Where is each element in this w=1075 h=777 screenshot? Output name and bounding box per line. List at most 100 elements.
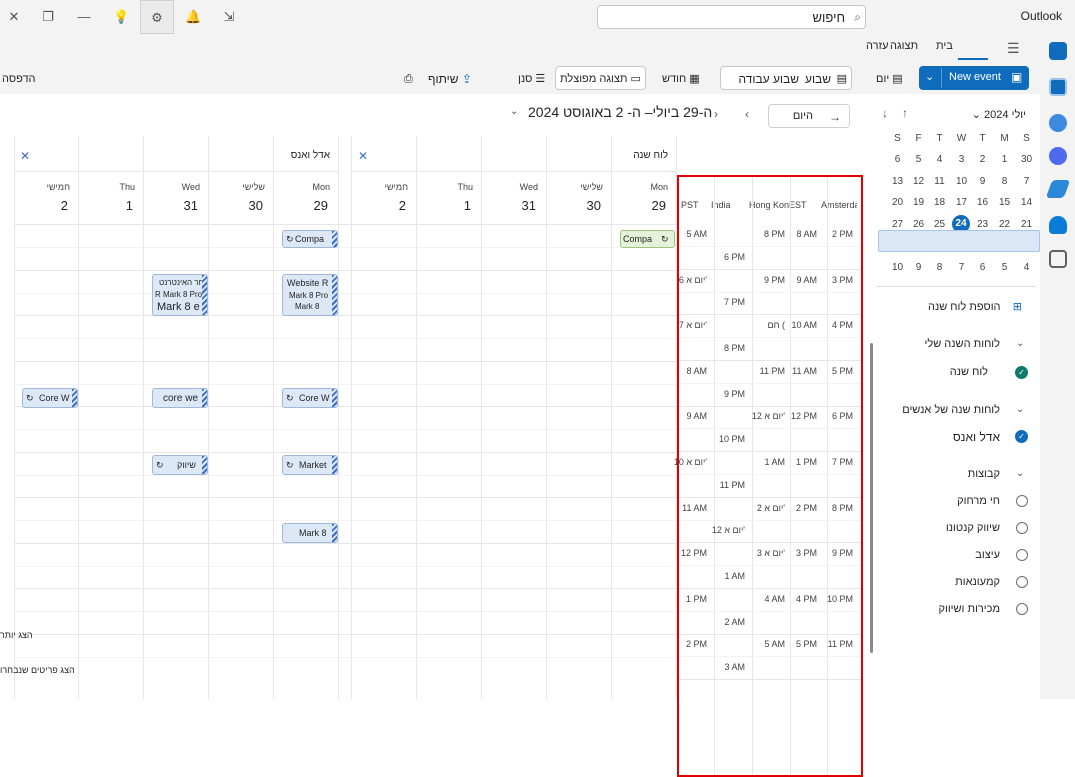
hamburger-icon[interactable]: ☰ xyxy=(1007,40,1020,57)
mini-calendar-month[interactable]: ⌄ יולי 2024 xyxy=(972,108,1026,121)
mini-calendar-day[interactable]: 15 xyxy=(994,192,1015,213)
day-number[interactable]: 29 xyxy=(314,198,328,213)
mini-calendar-day[interactable]: 7 xyxy=(951,257,972,278)
filter-button[interactable]: ☰ סנן xyxy=(518,68,545,90)
mini-calendar-day[interactable]: 11 xyxy=(929,171,950,192)
mini-calendar-day[interactable]: 6 xyxy=(887,149,908,170)
close-icon[interactable]: ✕ xyxy=(358,149,368,163)
event-core[interactable]: Core W ↻ xyxy=(282,388,338,408)
check-icon[interactable]: ✓ xyxy=(1015,430,1028,443)
mini-calendar-day[interactable]: 17 xyxy=(951,192,972,213)
event-core[interactable]: Core W ↻ xyxy=(22,388,78,408)
settings-icon[interactable]: ⚙ xyxy=(140,0,174,34)
new-event-dropdown-icon[interactable]: ⌄ xyxy=(925,70,934,83)
mini-calendar-day[interactable]: 5 xyxy=(994,257,1015,278)
todo-icon[interactable] xyxy=(1045,180,1071,198)
today-button[interactable]: → היום xyxy=(768,104,850,128)
mini-calendar-day[interactable]: 10 xyxy=(887,257,908,278)
mini-calendar-day[interactable]: 13 xyxy=(887,171,908,192)
month-view-button[interactable]: ▦ חודש xyxy=(662,68,700,90)
vertical-scrollbar[interactable] xyxy=(870,343,873,653)
adele-calendar-item[interactable]: אדל ואנס xyxy=(953,430,1000,444)
restore-icon[interactable]: ❐ xyxy=(40,9,56,25)
my-calendars-header[interactable]: לוחות השנה שלי xyxy=(925,338,1000,350)
bell-icon[interactable]: 🔔 xyxy=(185,9,201,25)
event-compa[interactable]: Compa ↻ xyxy=(620,230,675,248)
next-month-icon[interactable]: ↓ xyxy=(882,106,888,120)
radio-icon[interactable] xyxy=(1016,495,1028,507)
mini-calendar-day[interactable]: 16 xyxy=(972,192,993,213)
mini-calendar-day[interactable]: 8 xyxy=(929,257,950,278)
mini-calendar-day[interactable]: 18 xyxy=(929,192,950,213)
groups-icon[interactable] xyxy=(1049,147,1067,165)
mini-calendar-day[interactable]: 6 xyxy=(972,257,993,278)
day-number[interactable]: 2 xyxy=(399,198,406,213)
tab-help[interactable]: עזרה xyxy=(866,40,888,52)
mini-calendar-day[interactable]: 9 xyxy=(908,257,929,278)
mini-calendar-day[interactable]: 4 xyxy=(1016,257,1037,278)
chevron-down-icon[interactable]: ⌄ xyxy=(510,106,518,117)
radio-icon[interactable] xyxy=(1016,603,1028,615)
split-view-button[interactable]: ▭ תצוגה מפוצלת xyxy=(555,66,646,90)
new-event-button[interactable]: ⌄ New event ▣ xyxy=(919,66,1029,90)
mini-calendar-day[interactable]: 19 xyxy=(908,192,929,213)
mini-calendar-day[interactable]: 10 xyxy=(951,171,972,192)
search-input[interactable]: חיפוש xyxy=(813,10,845,25)
mini-calendar-day[interactable]: 7 xyxy=(1016,171,1037,192)
print-label[interactable]: הדפסה xyxy=(2,68,36,90)
group-item[interactable]: קמעונאות xyxy=(955,576,1000,588)
calendar-item[interactable]: לוח שנה xyxy=(950,366,988,378)
prev-week-icon[interactable]: ‹ xyxy=(745,107,749,121)
event-website[interactable]: Website R Mark 8 Pro Mark 8 xyxy=(282,274,338,316)
radio-icon[interactable] xyxy=(1016,522,1028,534)
show-selected-link[interactable]: הצג פריטים שנבחרו xyxy=(0,665,75,675)
radio-icon[interactable] xyxy=(1016,549,1028,561)
mini-calendar-day[interactable]: 3 xyxy=(951,149,972,170)
day-number[interactable]: 30 xyxy=(249,198,263,213)
mini-calendar-day[interactable]: 20 xyxy=(887,192,908,213)
day-number[interactable]: 2 xyxy=(61,198,68,213)
groups-header[interactable]: קבוצות xyxy=(968,468,1000,480)
minimize-icon[interactable]: — xyxy=(76,9,92,25)
lightbulb-icon[interactable]: 💡 xyxy=(113,9,129,25)
onedrive-icon[interactable] xyxy=(1049,216,1067,234)
day-number[interactable]: 31 xyxy=(184,198,198,213)
mini-calendar-day[interactable]: 14 xyxy=(1016,192,1037,213)
radio-icon[interactable] xyxy=(1016,576,1028,588)
day-number[interactable]: 1 xyxy=(126,198,133,213)
print-icon[interactable]: ⎙ xyxy=(404,68,413,90)
day-view-button[interactable]: ▤ יום xyxy=(876,68,903,90)
feedback-icon[interactable]: ⇲ xyxy=(221,9,237,25)
mini-calendar-day[interactable]: 1 xyxy=(994,149,1015,170)
event-mark8[interactable]: Mark 8 xyxy=(282,523,338,543)
apps-icon[interactable] xyxy=(1049,250,1067,268)
group-item[interactable]: עיצוב xyxy=(975,549,1000,561)
mini-calendar-day[interactable]: 8 xyxy=(994,171,1015,192)
event-market[interactable]: Market ↻ xyxy=(282,455,338,475)
tab-home[interactable]: בית xyxy=(936,40,953,52)
group-item[interactable]: מכירות ושיווק xyxy=(938,603,1000,615)
check-icon[interactable]: ✓ xyxy=(1015,366,1028,379)
day-number[interactable]: 30 xyxy=(587,198,601,213)
add-calendar-button[interactable]: ⊞ הוספת לוח שנה xyxy=(928,300,1022,313)
mini-calendar-day[interactable]: 5 xyxy=(908,149,929,170)
event-shivuk[interactable]: שיווק ↻ xyxy=(152,455,208,475)
next-week-icon[interactable]: › xyxy=(714,107,718,121)
show-more-link[interactable]: הצג יותר xyxy=(0,630,33,640)
calendar-icon[interactable] xyxy=(1049,78,1067,96)
search-box[interactable]: ⌕ חיפוש xyxy=(597,5,866,29)
mini-calendar-day[interactable]: 30 xyxy=(1016,149,1037,170)
chevron-down-icon[interactable]: ⌄ xyxy=(1016,404,1024,415)
close-icon[interactable]: ✕ xyxy=(20,149,30,163)
date-range-title[interactable]: ה-29 ביולי– ה- 2 באוגוסט 2024 xyxy=(528,104,712,120)
mini-calendar-day[interactable]: 4 xyxy=(929,149,950,170)
people-calendars-header[interactable]: לוחות שנה של אנשים xyxy=(902,404,1000,416)
share-button[interactable]: ⇪ שיתוף xyxy=(428,68,472,90)
mail-icon[interactable] xyxy=(1049,42,1067,60)
day-number[interactable]: 31 xyxy=(522,198,536,213)
day-number[interactable]: 1 xyxy=(464,198,471,213)
event-after-launch[interactable]: אחר האינטרנט R Mark 8 Pro Mark 8 e xyxy=(152,274,208,316)
group-item[interactable]: חי מרחוק xyxy=(957,495,1000,507)
view-selector[interactable]: ▤ שבוע שבוע עבודה xyxy=(720,66,852,90)
people-icon[interactable] xyxy=(1049,114,1067,132)
